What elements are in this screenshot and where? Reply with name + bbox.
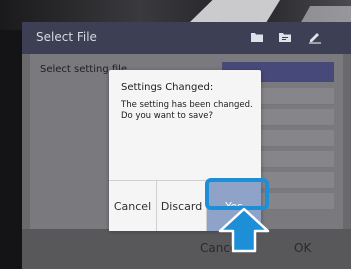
title-bar: Select File — [22, 22, 351, 54]
dialog-discard-button[interactable]: Discard — [157, 181, 207, 231]
dialog-cancel-button[interactable]: Cancel — [109, 181, 157, 231]
dialog-title: Settings Changed: — [121, 82, 214, 93]
up-arrow-icon — [218, 207, 270, 253]
glare-reflection — [190, 0, 280, 22]
window-title: Select File — [36, 30, 97, 44]
ok-button[interactable]: OK — [294, 241, 311, 255]
folder-copy-icon[interactable] — [276, 28, 294, 46]
folder-icon[interactable] — [248, 28, 266, 46]
bottom-action-bar: Cancel OK — [22, 229, 351, 269]
highlight-ring — [205, 178, 269, 210]
edit-icon[interactable] — [306, 28, 324, 46]
dialog-message-line: The setting has been changed. — [121, 100, 253, 110]
dialog-message: The setting has been changed. Do you wan… — [121, 100, 253, 122]
dialog-message-line: Do you want to save? — [121, 111, 213, 121]
